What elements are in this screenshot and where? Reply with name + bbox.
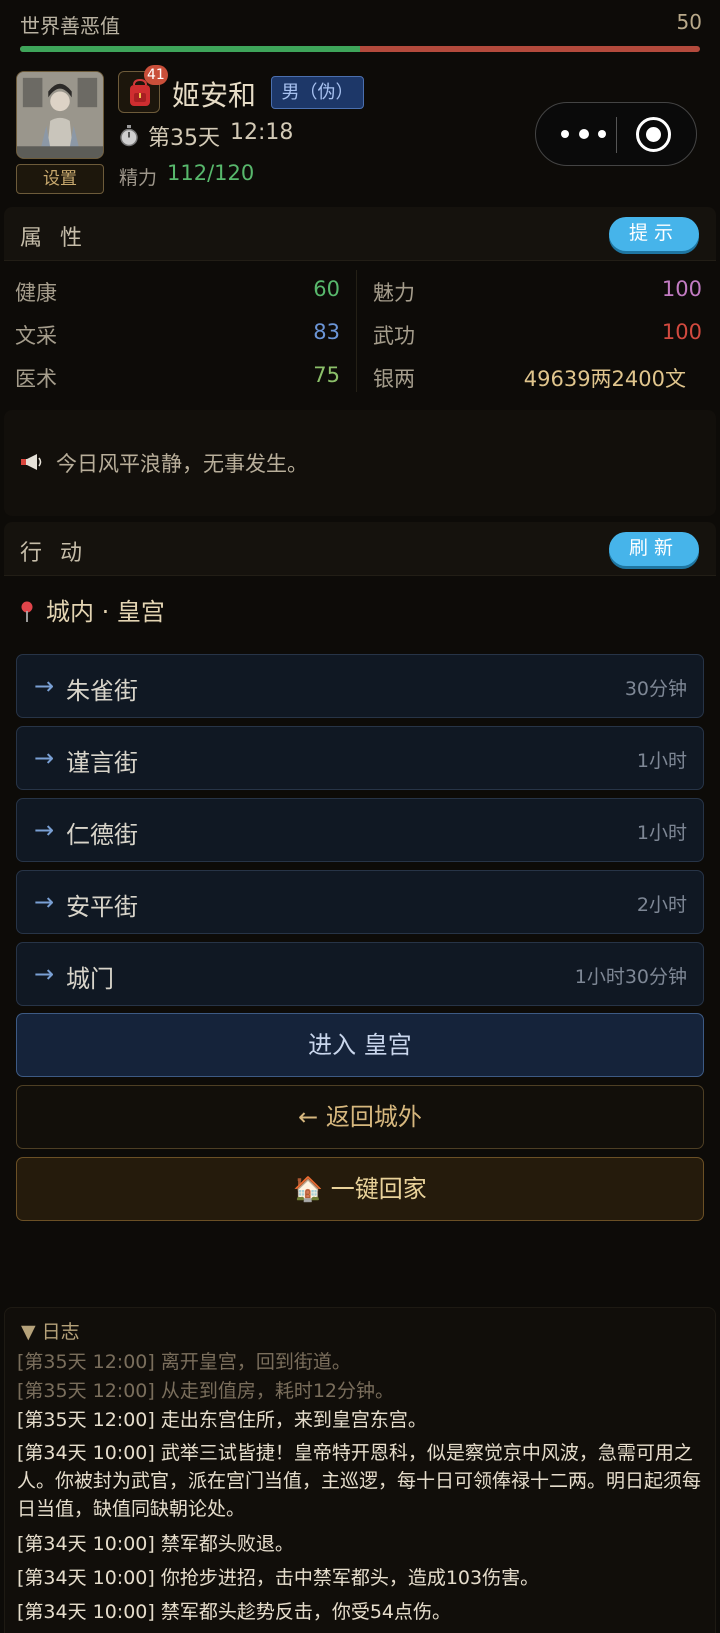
attr-name: 医术 xyxy=(15,367,57,391)
gender-tag: 男（伪） xyxy=(271,76,364,109)
log-line: [第35天 12:00] 走出东宫住所，来到皇宫东宫。 xyxy=(17,1409,427,1431)
attr-medicine: 医术 75 xyxy=(4,363,354,403)
return-outside-button[interactable]: ← 返回城外 xyxy=(16,1085,704,1149)
route-time: 1小时30分钟 xyxy=(574,966,687,988)
player-name: 姬安和 xyxy=(172,79,257,112)
attributes-divider xyxy=(356,270,357,392)
attr-name: 武功 xyxy=(373,324,415,348)
location-text: 城内 · 皇宫 xyxy=(46,598,165,626)
route-button-anping[interactable]: → 安平街 2小时 xyxy=(16,870,704,934)
log-line: [第35天 12:00] 离开皇宫，回到街道。 xyxy=(17,1351,351,1373)
settings-button[interactable]: 设置 xyxy=(16,164,104,194)
enter-palace-button[interactable]: 进入 皇宫 xyxy=(16,1013,704,1077)
hint-button[interactable]: 提示 xyxy=(609,217,699,251)
attr-health: 健康 60 xyxy=(4,277,354,317)
route-time: 1小时 xyxy=(636,750,687,772)
actions-title: 行动 xyxy=(20,541,101,566)
actions-header: 行动 刷新 xyxy=(4,522,716,576)
route-button-city-gate[interactable]: → 城门 1小时30分钟 xyxy=(16,942,704,1006)
attr-martial: 武功 100 xyxy=(362,320,716,360)
attr-name: 文采 xyxy=(15,324,57,348)
arrow-right-icon: → xyxy=(34,672,55,700)
energy-label: 精力 xyxy=(119,167,158,189)
megaphone-icon xyxy=(21,454,42,470)
arrow-right-icon: → xyxy=(34,888,55,916)
location-pin-icon xyxy=(21,601,33,622)
route-name: 城门 xyxy=(66,965,114,993)
log-line: [第34天 10:00] 禁军都头败退。 xyxy=(17,1533,294,1555)
route-name: 朱雀街 xyxy=(66,677,138,705)
karma-value: 50 xyxy=(676,10,702,34)
attr-name: 健康 xyxy=(15,281,57,305)
attr-value: 100 xyxy=(661,320,702,344)
attr-name: 银两 xyxy=(373,367,415,391)
route-time: 1小时 xyxy=(636,822,687,844)
attributes-grid: 健康 60 魅力 100 文采 83 武功 100 医术 75 银两 49639… xyxy=(4,262,716,404)
stopwatch-icon xyxy=(120,125,138,147)
attr-value: 83 xyxy=(313,320,340,344)
log-line: [第34天 10:00] 武举三试皆捷！皇帝特开恩科，似是察觉京中风波，急需可用… xyxy=(17,1442,702,1520)
arrow-right-icon: → xyxy=(34,816,55,844)
attr-charm: 魅力 100 xyxy=(362,277,716,317)
go-home-button[interactable]: 🏠 一键回家 xyxy=(16,1157,704,1221)
route-time: 2小时 xyxy=(636,894,687,916)
current-location: 城内 · 皇宫 xyxy=(20,592,165,627)
attr-name: 魅力 xyxy=(373,281,415,305)
miniprogram-capsule xyxy=(535,102,697,166)
notice-text: 今日风平浪静，无事发生。 xyxy=(56,452,308,476)
route-button-jinyan[interactable]: → 谨言街 1小时 xyxy=(16,726,704,790)
route-name: 安平街 xyxy=(66,893,138,921)
refresh-button[interactable]: 刷新 xyxy=(609,532,699,566)
log-line: [第34天 10:00] 禁军都头趁势反击，你受54点伤。 xyxy=(17,1601,452,1623)
arrow-right-icon: → xyxy=(34,744,55,772)
close-miniprogram-icon[interactable] xyxy=(636,117,671,152)
route-time: 30分钟 xyxy=(624,678,687,700)
arrow-right-icon: → xyxy=(34,960,55,988)
event-notice: 今日风平浪静，无事发生。 xyxy=(4,410,716,516)
log-toggle[interactable]: ▼ 日志 xyxy=(21,1317,80,1344)
karma-good-fill xyxy=(20,46,360,52)
more-icon[interactable] xyxy=(558,122,608,146)
bag-count-badge: 41 xyxy=(144,65,168,85)
attr-value: 60 xyxy=(313,277,340,301)
log-line: [第34天 10:00] 你抢步进招，击中禁军都头，造成103伤害。 xyxy=(17,1567,540,1589)
karma-bar xyxy=(20,46,700,52)
day-counter: 第35天 xyxy=(148,126,220,151)
route-button-zhuque[interactable]: → 朱雀街 30分钟 xyxy=(16,654,704,718)
log-panel: ▼ 日志 [第35天 12:00] 离开皇宫，回到街道。 [第35天 12:00… xyxy=(4,1307,716,1633)
game-time: 12:18 xyxy=(230,120,294,145)
energy-value: 112/120 xyxy=(167,161,255,185)
profile-panel: 设置 41 姬安和 男（伪） 第35天 12:18 精力 112/120 xyxy=(0,62,720,207)
route-button-rende[interactable]: → 仁德街 1小时 xyxy=(16,798,704,862)
route-name: 谨言街 xyxy=(66,749,138,777)
karma-label: 世界善恶值 xyxy=(20,14,120,38)
attr-value: 49639两2400文 xyxy=(523,367,686,391)
attributes-title: 属性 xyxy=(20,226,101,251)
attr-silver: 银两 49639两2400文 xyxy=(362,363,716,403)
attributes-header: 属性 提示 xyxy=(4,207,716,261)
capsule-divider xyxy=(616,117,617,153)
attr-value: 100 xyxy=(661,277,702,301)
log-line: [第35天 12:00] 从走到值房，耗时12分钟。 xyxy=(17,1380,395,1402)
route-name: 仁德街 xyxy=(66,821,138,849)
avatar[interactable] xyxy=(16,71,104,159)
attr-value: 75 xyxy=(313,363,340,387)
attr-literary: 文采 83 xyxy=(4,320,354,360)
